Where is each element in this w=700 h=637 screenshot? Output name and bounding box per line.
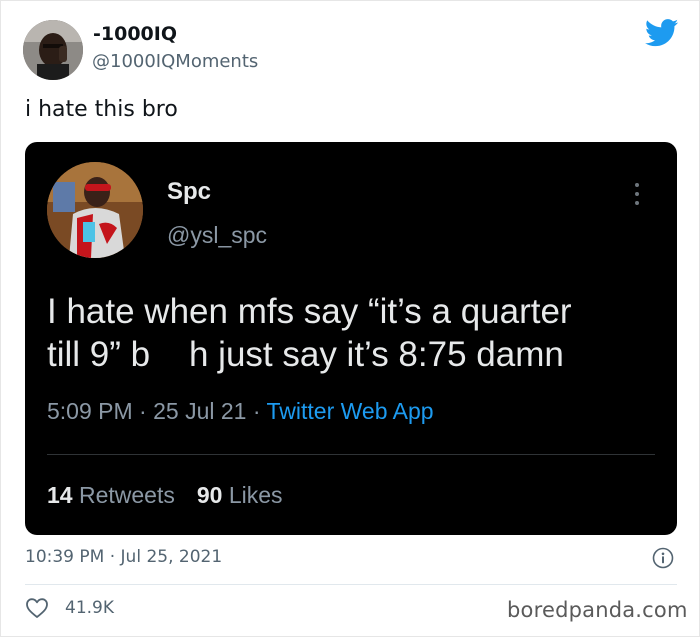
twitter-logo-icon[interactable] <box>644 19 679 47</box>
quoted-tweet-line-1: I hate when mfs say “it’s a quarter <box>47 292 572 331</box>
tweet-timestamp[interactable]: 10:39 PM · Jul 25, 2021 <box>25 547 222 567</box>
author-display-name[interactable]: -1000IQ <box>93 23 177 45</box>
likes-count: 90 <box>196 482 223 508</box>
quoted-tweet-line-2: till 9” b h just say it’s 8:75 damn <box>47 335 564 374</box>
quoted-author-avatar <box>47 162 143 258</box>
watermark: boredpanda.com <box>507 598 688 622</box>
quoted-tweet-date: 25 Jul 21 <box>153 398 247 424</box>
quoted-tweet-stats: 14 Retweets 90 Likes <box>47 482 283 509</box>
retweets-label: Retweets <box>78 482 175 508</box>
quoted-author-handle: @ysl_spc <box>167 222 268 248</box>
like-count[interactable]: 41.9K <box>65 598 114 618</box>
quoted-tweet-image[interactable]: Spc @ysl_spc I hate when mfs say “it’s a… <box>25 142 677 535</box>
likes-label: Likes <box>228 482 283 508</box>
quoted-tweet-time: 5:09 PM <box>47 398 133 424</box>
quoted-tweet-source: Twitter Web App <box>266 398 434 424</box>
retweets-count: 14 <box>47 482 73 508</box>
tweet-card: -1000IQ @1000IQMoments i hate this bro S… <box>0 0 700 637</box>
quoted-author-display-name: Spc <box>167 178 212 205</box>
more-vertical-icon <box>628 180 646 210</box>
quoted-tweet-divider <box>47 454 655 455</box>
quoted-tweet-body: I hate when mfs say “it’s a quarter till… <box>47 290 657 376</box>
separator-dot: · <box>246 398 267 424</box>
author-avatar[interactable] <box>23 20 83 80</box>
info-icon[interactable] <box>652 547 674 569</box>
separator-dot: · <box>132 398 154 424</box>
footer-divider <box>25 584 677 585</box>
author-handle[interactable]: @1000IQMoments <box>92 51 258 72</box>
quoted-tweet-meta: 5:09 PM · 25 Jul 21 · Twitter Web App <box>47 398 434 425</box>
heart-icon[interactable] <box>25 597 49 619</box>
tweet-text: i hate this bro <box>25 97 178 122</box>
